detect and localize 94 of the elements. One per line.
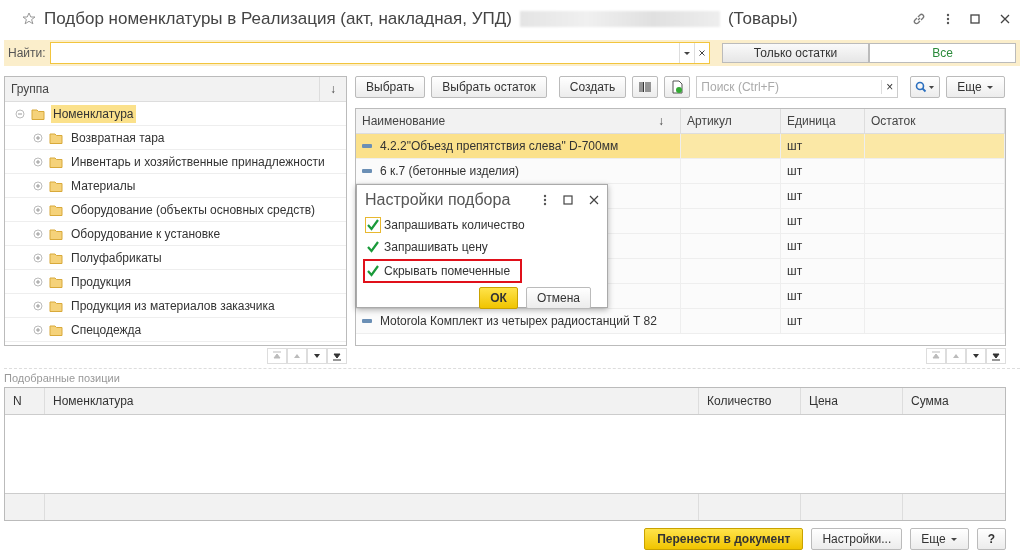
settings-button[interactable]: Настройки... [811, 528, 903, 550]
tree-item[interactable]: Инвентарь и хозяйственные принадлежности [69, 152, 327, 171]
column-header: Наименование [362, 114, 447, 128]
table-cell: 4.2.2"Объезд препятствия слева" D-700мм [380, 139, 619, 153]
clear-button[interactable]: × [881, 80, 898, 94]
search-icon [915, 81, 936, 93]
section-title: Подобранные позиции [4, 368, 1020, 384]
scroll-top-icon [930, 350, 942, 362]
checkbox-label: Запрашивать количество [384, 218, 525, 232]
help-button[interactable]: ? [976, 528, 1006, 550]
folder-icon [49, 274, 63, 289]
folder-icon [49, 178, 63, 193]
checkbox[interactable] [365, 217, 381, 233]
document-add-icon [670, 80, 685, 94]
window-title: Подбор номенклатуры в Реализация (акт, накладная, УПД) [44, 9, 512, 29]
window-title: (Товары) [727, 9, 798, 29]
dialog-title: Настройки подбора [365, 191, 512, 209]
folder-icon [49, 322, 63, 337]
column-header: Сумма [910, 393, 950, 410]
close-icon [589, 195, 599, 205]
filter-tab[interactable]: Только остатки [722, 43, 869, 63]
close-icon [1000, 14, 1010, 24]
folder-icon [31, 106, 45, 121]
table-cell: шт [781, 284, 865, 308]
filter-tab[interactable]: Все [869, 43, 1016, 63]
table-cell: шт [781, 159, 865, 183]
sort-icon: ↓ [320, 82, 346, 96]
more-icon [946, 13, 950, 25]
folder-icon [49, 154, 63, 169]
folder-icon [49, 250, 63, 265]
folder-icon [49, 202, 63, 217]
transfer-button[interactable]: Перенести в документ [644, 528, 804, 550]
toolbar-button[interactable]: Создать [558, 76, 627, 98]
more-button[interactable]: Еще [910, 528, 969, 550]
cancel-button[interactable]: Отмена [525, 287, 591, 309]
item-icon [362, 144, 372, 148]
maximize-icon [563, 195, 573, 205]
tree-item[interactable]: Полуфабрикаты [69, 248, 164, 267]
button-label: Еще [921, 532, 946, 546]
tree-item[interactable]: Оборудование к установке [69, 224, 223, 243]
button-label: Еще [957, 80, 982, 94]
column-header: Остаток [865, 109, 1005, 133]
folder-icon [49, 226, 63, 241]
tree-item[interactable]: Продукция [69, 272, 134, 291]
toolbar-button[interactable]: Выбрать [355, 76, 426, 98]
table-cell: шт [781, 209, 865, 233]
checkbox-label: Запрашивать цену [384, 240, 488, 254]
scroll-bottom-icon [331, 350, 343, 362]
column-header: Количество [699, 388, 801, 414]
barcode-button[interactable] [632, 76, 659, 98]
tree-item[interactable]: Продукция из материалов заказчика [69, 296, 277, 315]
tree-item[interactable]: Возвратная тара [69, 128, 167, 147]
search-field[interactable]: Поиск (Ctrl+F) × [696, 76, 899, 98]
scroll-top-icon [271, 350, 283, 362]
search-field[interactable] [49, 42, 710, 64]
star-icon [22, 12, 36, 26]
link-icon [912, 12, 926, 26]
checkbox[interactable] [365, 239, 381, 255]
item-icon [362, 319, 372, 323]
column-header: N [5, 388, 45, 414]
barcode-icon [638, 80, 653, 94]
sort-icon: ↓ [648, 114, 674, 128]
column-header: Номенклатура [45, 388, 699, 414]
more-button[interactable]: Еще [946, 76, 1005, 98]
caret-icon [949, 535, 958, 543]
field-label: Найти: [8, 46, 46, 60]
table-cell: 6 к.7 (бетонные изделия) [380, 164, 519, 178]
table-cell: шт [781, 309, 865, 333]
tree-item[interactable]: Номенклатура [51, 104, 136, 123]
checkbox[interactable] [365, 263, 381, 279]
table-cell: Motorola Комплект из четырех радиостанций Т 82 [380, 314, 657, 328]
caret-icon [985, 83, 994, 91]
toolbar-button[interactable]: Выбрать остаток [431, 76, 547, 98]
table-cell: шт [781, 134, 865, 158]
folder-icon [49, 298, 63, 313]
table-cell: шт [781, 259, 865, 283]
table-cell: шт [781, 234, 865, 258]
scroll-bottom-icon [990, 350, 1002, 362]
table-cell: шт [781, 184, 865, 208]
maximize-icon [970, 14, 980, 24]
add-document-button[interactable] [664, 76, 691, 98]
tree-item[interactable]: Оборудование (объекты основных средств) [69, 200, 317, 219]
search-button[interactable] [910, 76, 941, 98]
checkbox-label: Скрывать помеченные [384, 264, 511, 278]
column-header: Группа [5, 77, 320, 101]
tree-item[interactable]: Материалы [69, 176, 138, 195]
more-icon [543, 194, 547, 206]
ok-button[interactable]: ОК [479, 287, 518, 309]
column-header: Цена [801, 388, 903, 414]
column-header: Единица [781, 109, 865, 133]
tree-item[interactable]: Спецодежда [69, 320, 144, 339]
column-header: Артикул [681, 109, 781, 133]
folder-icon [49, 130, 63, 145]
item-icon [362, 169, 372, 173]
